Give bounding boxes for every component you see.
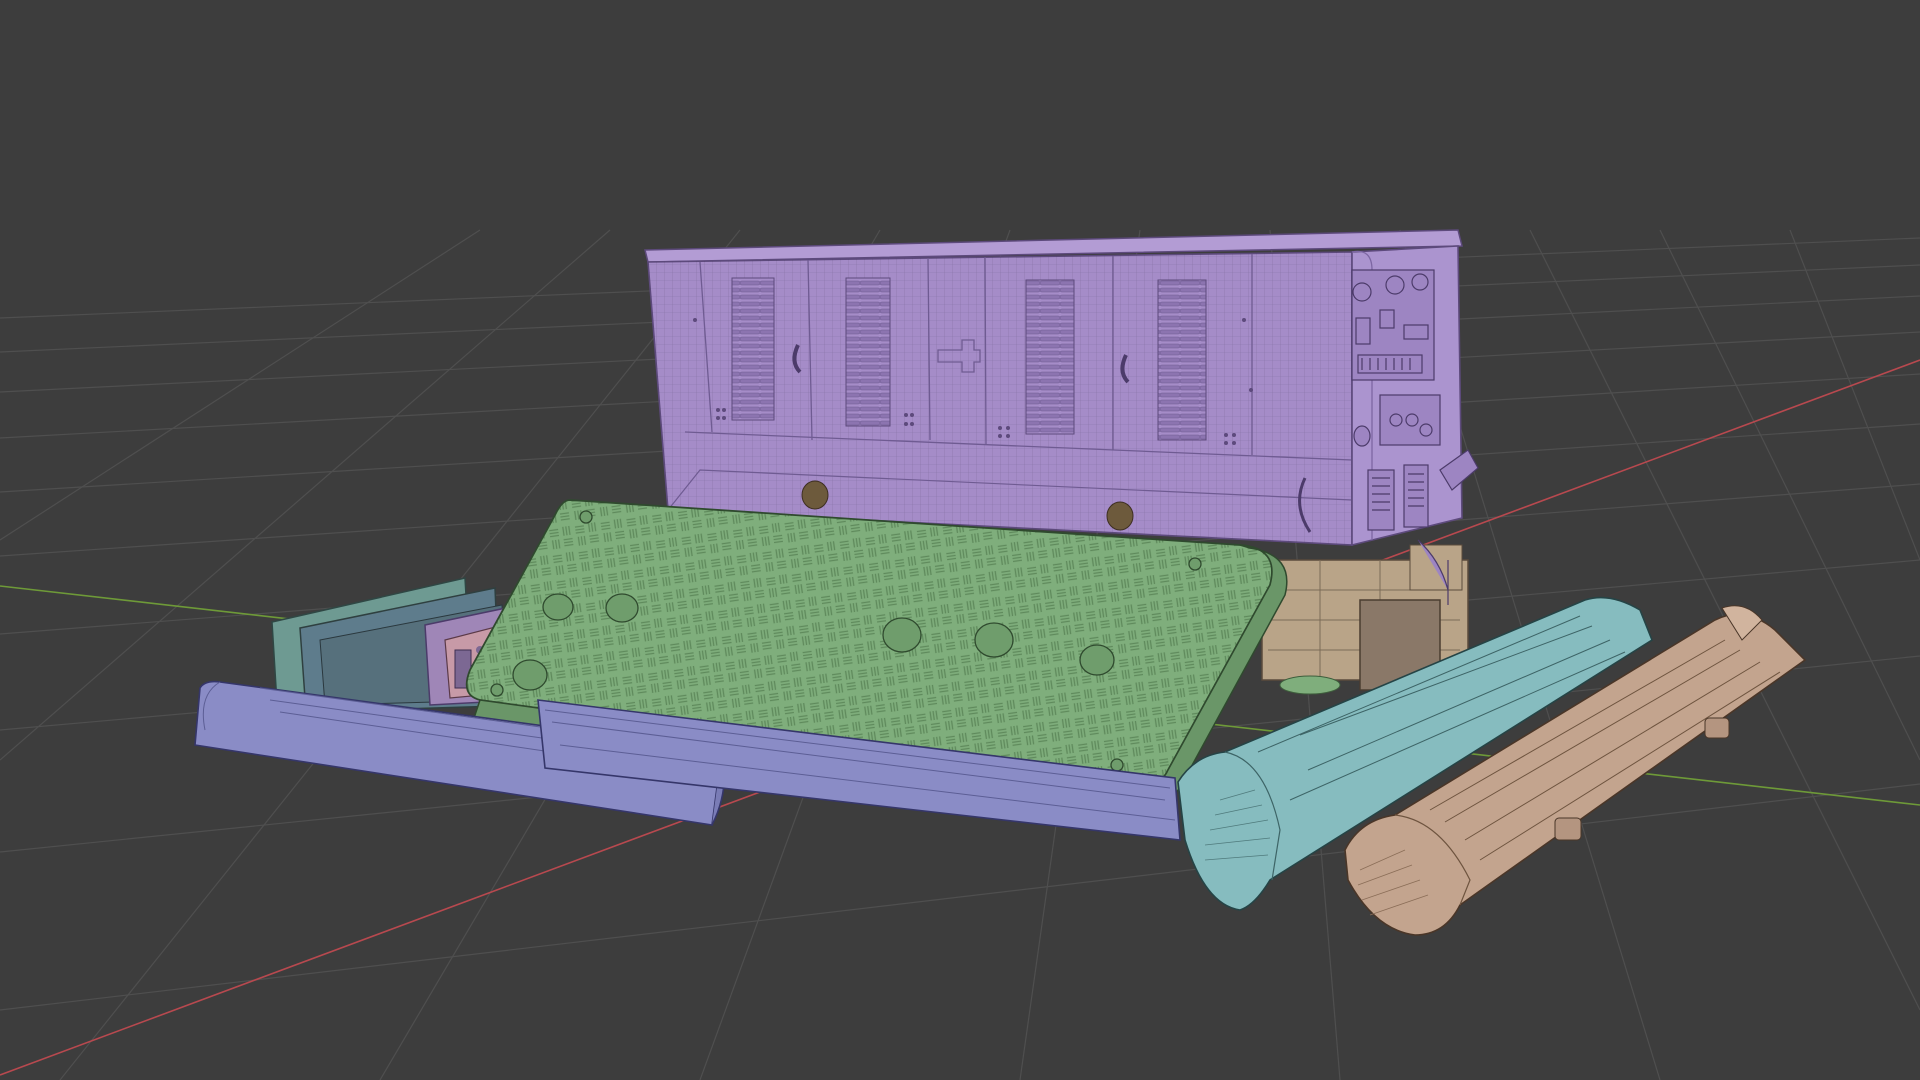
vent-louver xyxy=(731,277,775,421)
vent-louver xyxy=(845,277,891,427)
3d-viewport[interactable] xyxy=(0,0,1920,1080)
viewport-canvas[interactable] xyxy=(0,0,1920,1080)
vent-louver xyxy=(1025,279,1075,435)
vent-louver xyxy=(1157,279,1207,441)
